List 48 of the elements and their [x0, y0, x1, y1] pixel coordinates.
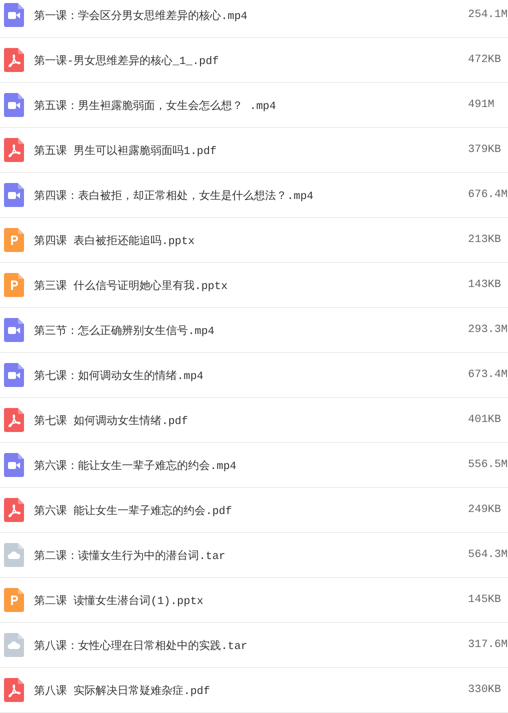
pdf-file-icon [4, 138, 24, 162]
presentation-file-icon [4, 228, 24, 252]
file-size: 564.3M [468, 549, 508, 561]
file-name[interactable]: 第四课：表白被拒，却正常相处，女生是什么想法？.mp4 [34, 188, 468, 202]
file-name[interactable]: 第五课：男生袒露脆弱面，女生会怎么想？ .mp4 [34, 98, 468, 112]
video-file-icon [4, 93, 24, 117]
file-size: 401KB [468, 414, 502, 426]
file-size: 673.4M [468, 369, 508, 381]
file-name[interactable]: 第三节：怎么正确辨别女生信号.mp4 [34, 322, 468, 338]
video-file-icon [4, 453, 24, 477]
file-name[interactable]: 第七课：如何调动女生的情绪.mp4 [34, 368, 468, 382]
file-size: 330KB [468, 684, 502, 696]
video-file-icon [4, 318, 24, 342]
pdf-file-icon [4, 498, 24, 522]
file-name[interactable]: 第七课 如何调动女生情绪.pdf [34, 412, 468, 428]
file-size: 491M [468, 99, 496, 111]
file-name[interactable]: 第六课：能让女生一辈子难忘的约会.mp4 [34, 458, 468, 472]
pdf-file-icon [4, 408, 24, 432]
file-size: 379KB [468, 144, 502, 156]
file-size: 143KB [468, 279, 502, 291]
cloud-file-icon [4, 543, 24, 567]
file-name[interactable]: 第八课：女性心理在日常相处中的实践.tar [34, 638, 468, 652]
pdf-file-icon [4, 48, 24, 72]
file-name[interactable]: 第六课 能让女生一辈子难忘的约会.pdf [34, 502, 468, 518]
cloud-file-icon [4, 633, 24, 657]
file-size: 472KB [468, 54, 502, 66]
file-size: 145KB [468, 594, 502, 606]
presentation-file-icon [4, 273, 24, 297]
file-size: 254.1M [468, 9, 508, 21]
file-name[interactable]: 第二课：读懂女生行为中的潜台词.tar [34, 548, 468, 562]
file-size: 317.6M [468, 639, 508, 651]
file-size: 676.4M [468, 189, 508, 201]
file-name[interactable]: 第二课 读懂女生潜台词(1).pptx [34, 592, 468, 608]
file-name[interactable]: 第一课：学会区分男女思维差异的核心.mp4 [34, 8, 468, 22]
file-size: 293.3M [468, 324, 508, 336]
file-name[interactable]: 第四课 表白被拒还能追吗.pptx [34, 232, 468, 248]
file-size: 556.5M [468, 459, 508, 471]
file-name[interactable]: 第一课-男女思维差异的核心_1_.pdf [34, 52, 468, 68]
presentation-file-icon [4, 588, 24, 612]
pdf-file-icon [4, 678, 24, 702]
file-name[interactable]: 第八课 实际解决日常疑难杂症.pdf [34, 682, 468, 698]
file-name[interactable]: 第三课 什么信号证明她心里有我.pptx [34, 278, 468, 292]
video-file-icon [4, 183, 24, 207]
video-file-icon [4, 363, 24, 387]
file-name[interactable]: 第五课 男生可以袒露脆弱面吗1.pdf [34, 142, 468, 158]
file-size: 213KB [468, 234, 502, 246]
file-size: 249KB [468, 504, 502, 516]
video-file-icon [4, 3, 24, 27]
